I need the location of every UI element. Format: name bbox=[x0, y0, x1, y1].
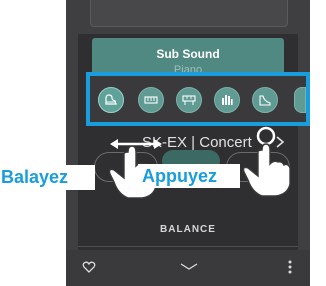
electric-piano-icon bbox=[144, 96, 158, 104]
stage: Sub Sound Piano SK-EX | Concert BALANCE … bbox=[0, 0, 326, 286]
heart-icon[interactable] bbox=[82, 260, 96, 274]
pipe-organ-icon bbox=[222, 95, 233, 105]
sound-button-harpsichord[interactable] bbox=[252, 87, 278, 113]
sound-button-pipe-organ[interactable] bbox=[214, 87, 240, 113]
grand-piano-icon bbox=[105, 94, 117, 105]
sound-icon-strip[interactable] bbox=[86, 72, 310, 126]
more-options-icon[interactable] bbox=[288, 260, 292, 274]
tap-gesture-label: Appuyez bbox=[138, 164, 240, 188]
sound-button-electric-piano[interactable] bbox=[138, 87, 164, 113]
sub-sound-title: Sub Sound bbox=[156, 47, 220, 61]
previous-card bbox=[90, 0, 288, 27]
next-arrow-icon[interactable] bbox=[274, 136, 286, 148]
sound-button-more[interactable] bbox=[294, 87, 306, 113]
app-screen: Sub Sound Piano SK-EX | Concert BALANCE bbox=[66, 0, 310, 286]
swipe-gesture-label: Balayez bbox=[0, 165, 95, 190]
sound-button-grand-piano[interactable] bbox=[98, 87, 124, 113]
bottom-bar bbox=[66, 250, 310, 286]
sound-button-electric-piano-2[interactable] bbox=[176, 87, 202, 113]
harpsichord-icon bbox=[259, 95, 271, 106]
divider bbox=[78, 246, 298, 247]
balance-label: BALANCE bbox=[160, 224, 216, 235]
electric-piano-2-icon bbox=[182, 95, 196, 105]
chevron-down-icon[interactable] bbox=[180, 263, 198, 271]
